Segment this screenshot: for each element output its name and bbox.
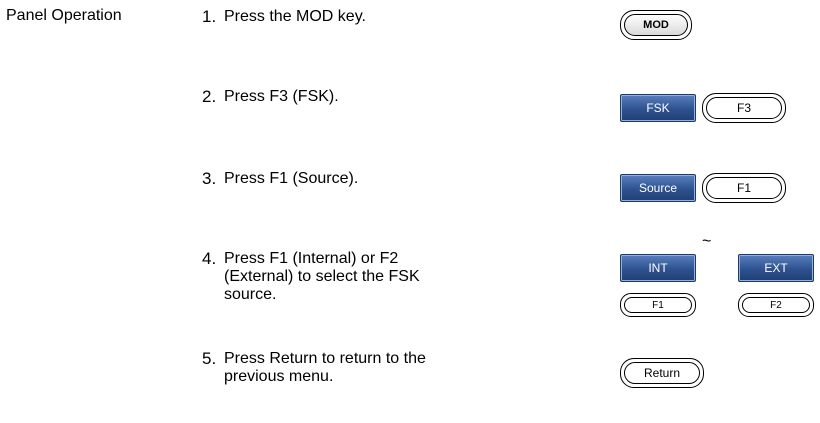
f2-small-key-label: F2 bbox=[742, 297, 810, 313]
fsk-softkey[interactable]: FSK bbox=[620, 94, 696, 122]
step-number: 5. bbox=[202, 349, 217, 368]
step-1: 1. Press the MOD key. bbox=[202, 8, 442, 26]
step-4: 4. Press F1 (Internal) or F2 (External) … bbox=[202, 250, 442, 304]
step-text: Press F1 (Internal) or F2 (External) to … bbox=[224, 250, 420, 303]
step-number: 3. bbox=[202, 169, 217, 188]
panel-operation-label: Panel Operation bbox=[6, 7, 122, 24]
step-text: Press Return to return to the previous m… bbox=[224, 350, 426, 385]
step-2: 2. Press F3 (FSK). bbox=[202, 88, 442, 106]
mod-key-label: MOD bbox=[624, 14, 688, 36]
step-number: 4. bbox=[202, 249, 217, 268]
step-text: Press F1 (Source). bbox=[224, 170, 359, 187]
step-number: 1. bbox=[202, 7, 217, 26]
return-key-label: Return bbox=[624, 362, 700, 384]
f1-small-key[interactable]: F1 bbox=[620, 293, 696, 317]
f1-key-label: F1 bbox=[706, 177, 782, 199]
f3-key[interactable]: F3 bbox=[702, 93, 786, 123]
step-3: 3. Press F1 (Source). bbox=[202, 170, 442, 188]
f2-small-key[interactable]: F2 bbox=[738, 293, 814, 317]
step-text: Press the MOD key. bbox=[224, 8, 366, 25]
f1-key[interactable]: F1 bbox=[702, 173, 786, 203]
step-text: Press F3 (FSK). bbox=[224, 88, 339, 105]
step-5: 5. Press Return to return to the previou… bbox=[202, 350, 442, 386]
int-softkey[interactable]: INT bbox=[620, 254, 696, 282]
f3-key-label: F3 bbox=[706, 97, 782, 119]
ext-softkey[interactable]: EXT bbox=[738, 254, 814, 282]
range-symbol: ~ bbox=[702, 233, 712, 250]
return-key[interactable]: Return bbox=[620, 358, 704, 388]
f1-small-key-label: F1 bbox=[624, 297, 692, 313]
mod-key[interactable]: MOD bbox=[620, 10, 692, 40]
step-number: 2. bbox=[202, 87, 217, 106]
source-softkey[interactable]: Source bbox=[620, 174, 696, 202]
